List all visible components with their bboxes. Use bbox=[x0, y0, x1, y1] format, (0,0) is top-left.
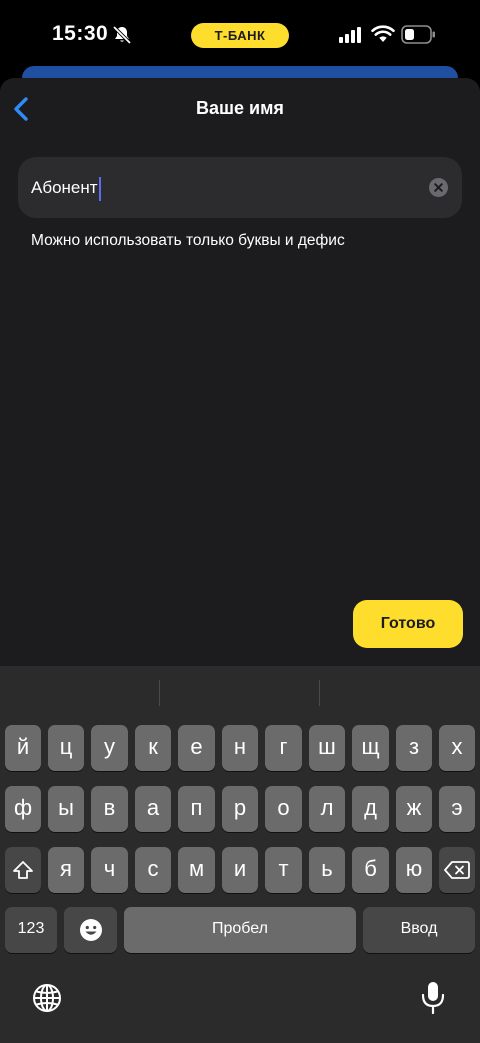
key[interactable]: х bbox=[439, 725, 475, 771]
shift-icon bbox=[13, 861, 33, 879]
suggestion-divider bbox=[319, 680, 320, 706]
keyboard: й ц у к е н г ш щ з х ф ы в а п р о л д … bbox=[0, 666, 480, 1043]
key[interactable]: ы bbox=[48, 786, 84, 832]
battery-icon bbox=[401, 25, 435, 44]
key[interactable]: б bbox=[352, 847, 389, 893]
status-time: 15:30 bbox=[52, 22, 109, 45]
key[interactable]: у bbox=[91, 725, 128, 771]
bell-off-icon bbox=[112, 25, 132, 45]
key[interactable]: ь bbox=[309, 847, 345, 893]
clear-button[interactable] bbox=[429, 178, 448, 197]
key[interactable]: а bbox=[135, 786, 171, 832]
space-key[interactable]: Пробел bbox=[124, 907, 356, 953]
wifi-icon bbox=[371, 25, 395, 42]
key[interactable]: о bbox=[265, 786, 302, 832]
brand-pill[interactable]: Т-БАНК bbox=[191, 23, 289, 48]
done-button[interactable]: Готово bbox=[353, 600, 463, 648]
status-bar: 15:30 Т-БАНК bbox=[0, 0, 480, 70]
key[interactable]: е bbox=[178, 725, 215, 771]
key[interactable]: в bbox=[91, 786, 128, 832]
key[interactable]: ж bbox=[396, 786, 432, 832]
key[interactable]: и bbox=[222, 847, 258, 893]
key[interactable]: р bbox=[222, 786, 258, 832]
key[interactable]: ю bbox=[396, 847, 432, 893]
key[interactable]: к bbox=[135, 725, 171, 771]
key[interactable]: ш bbox=[309, 725, 345, 771]
backspace-key[interactable] bbox=[439, 847, 475, 893]
text-caret bbox=[98, 176, 101, 201]
key[interactable]: щ bbox=[352, 725, 389, 771]
emoji-icon bbox=[79, 919, 102, 941]
key[interactable]: м bbox=[178, 847, 215, 893]
phone-screen: 15:30 Т-БАНК Ваше имя Абонент Можно испо… bbox=[0, 0, 480, 1043]
globe-icon[interactable] bbox=[31, 982, 63, 1014]
return-key[interactable]: Ввод bbox=[363, 907, 475, 953]
key[interactable]: н bbox=[222, 725, 258, 771]
key[interactable]: з bbox=[396, 725, 432, 771]
emoji-key[interactable] bbox=[64, 907, 117, 953]
key[interactable]: ц bbox=[48, 725, 84, 771]
key[interactable]: ф bbox=[5, 786, 41, 832]
suggestion-divider bbox=[159, 680, 160, 706]
page-title: Ваше имя bbox=[196, 98, 284, 118]
microphone-icon[interactable] bbox=[420, 980, 446, 1016]
key[interactable]: л bbox=[309, 786, 345, 832]
key[interactable]: с bbox=[135, 847, 171, 893]
numbers-key[interactable]: 123 bbox=[5, 907, 57, 953]
name-input-value: Абонент bbox=[31, 178, 98, 197]
backspace-icon bbox=[444, 861, 470, 879]
key[interactable]: э bbox=[439, 786, 475, 832]
nav-header: Ваше имя bbox=[0, 78, 480, 140]
name-input[interactable]: Абонент bbox=[31, 157, 411, 218]
key[interactable]: я bbox=[48, 847, 84, 893]
clear-icon bbox=[434, 183, 443, 192]
signal-icon bbox=[339, 27, 361, 43]
name-hint: Можно использовать только буквы и дефис bbox=[31, 232, 345, 249]
key[interactable]: п bbox=[178, 786, 215, 832]
shift-key[interactable] bbox=[5, 847, 41, 893]
name-field[interactable]: Абонент bbox=[18, 157, 462, 218]
key[interactable]: й bbox=[5, 725, 41, 771]
key[interactable]: г bbox=[265, 725, 302, 771]
key[interactable]: т bbox=[265, 847, 302, 893]
key[interactable]: ч bbox=[91, 847, 128, 893]
key[interactable]: д bbox=[352, 786, 389, 832]
